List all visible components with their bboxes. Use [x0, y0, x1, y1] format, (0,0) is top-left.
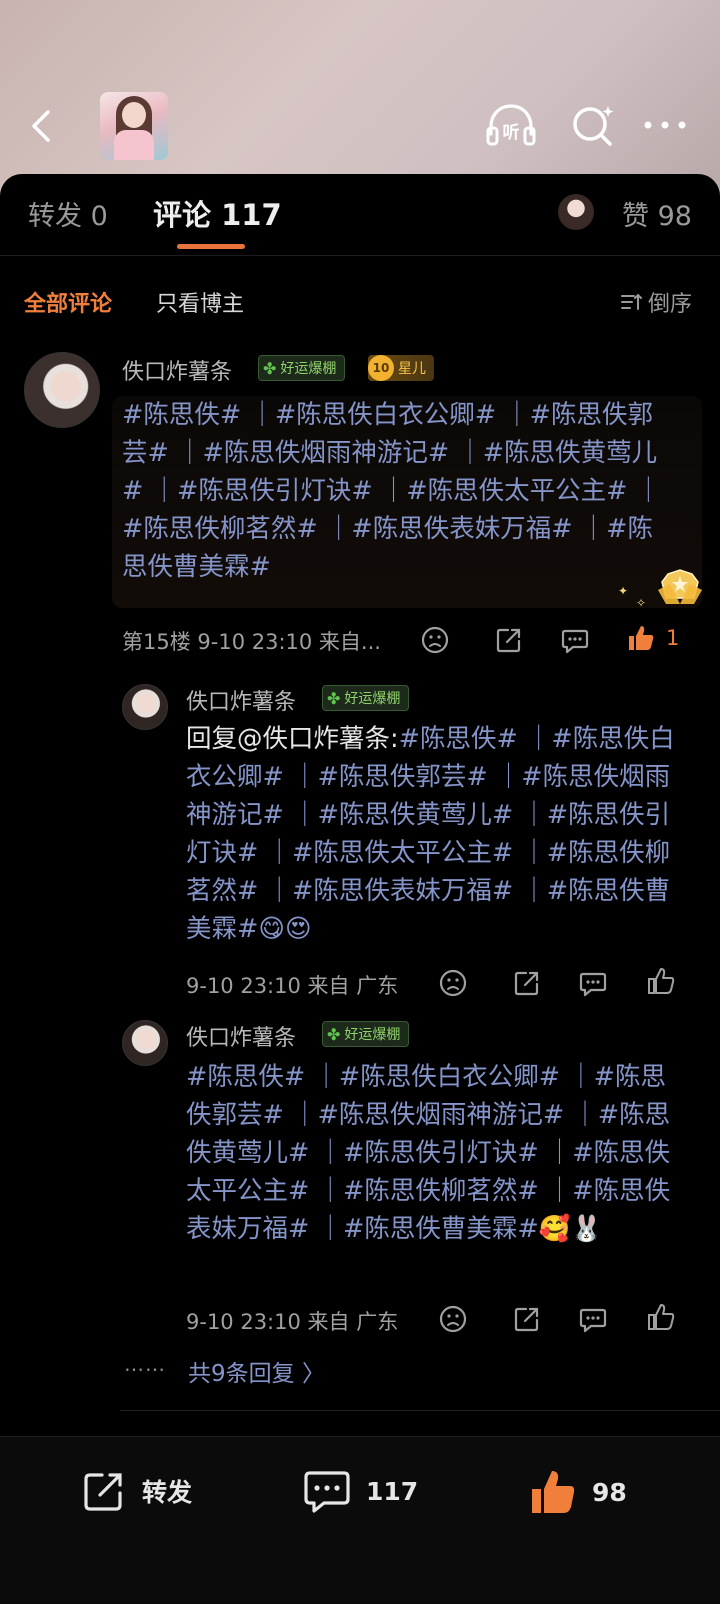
- avatar[interactable]: [122, 1020, 168, 1066]
- sort-label: 倒序: [648, 292, 693, 317]
- avatar[interactable]: [122, 684, 168, 730]
- luck-badge[interactable]: ✤ 好运爆棚: [258, 355, 346, 381]
- more-replies-dots: ……: [124, 1352, 166, 1376]
- clover-icon: ✤: [327, 688, 341, 708]
- tab-likes[interactable]: 赞 98: [622, 194, 692, 233]
- comment-icon: [304, 1471, 350, 1513]
- share-icon[interactable]: [512, 1304, 542, 1334]
- star-level: 10: [368, 355, 394, 381]
- more-horizontal-icon: [644, 121, 686, 129]
- luck-badge[interactable]: ✤ 好运爆棚: [322, 685, 410, 711]
- reply-meta: 9-10 23:10 来自 广东: [186, 1310, 399, 1334]
- chevron-left-icon: [32, 110, 50, 142]
- thumbs-up-icon[interactable]: [646, 1302, 676, 1332]
- comment-like-count: 1: [666, 626, 680, 650]
- dislike-icon[interactable]: [438, 1304, 468, 1334]
- star-badge[interactable]: 10 星儿: [368, 355, 434, 381]
- comment-text[interactable]: #陈思佚# ｜#陈思佚白衣公卿# ｜#陈思佚郭芸# ｜#陈思佚烟雨神游记# ｜#…: [122, 396, 678, 586]
- comment-username[interactable]: 佚口炸薯条: [122, 354, 232, 386]
- star-badge-label: 星儿: [398, 361, 426, 377]
- like-button[interactable]: 98: [528, 1467, 627, 1517]
- active-tab-indicator: [177, 244, 245, 249]
- repost-label: 转发: [142, 1478, 193, 1507]
- share-icon: [84, 1473, 122, 1511]
- more-replies-link[interactable]: 共9条回复 〉: [188, 1354, 325, 1388]
- luck-badge-label: 好运爆棚: [344, 691, 401, 707]
- tab-repost[interactable]: 转发 0: [28, 194, 108, 233]
- avatar[interactable]: [24, 352, 100, 428]
- sort-button[interactable]: 倒序: [620, 286, 692, 318]
- tab-bar: 转发 0 评论 117 赞 98: [0, 174, 720, 256]
- reply-icon[interactable]: [578, 968, 608, 998]
- crown-badge-icon: [654, 568, 706, 608]
- reply-icon[interactable]: [560, 625, 590, 655]
- like-count: 98: [592, 1477, 627, 1507]
- clover-icon: ✤: [327, 1024, 341, 1044]
- comment-meta: 第15楼 9-10 23:10 来自...: [122, 630, 381, 654]
- thumbs-up-icon[interactable]: [646, 966, 676, 996]
- headphones-icon: 听: [486, 104, 536, 146]
- dislike-icon[interactable]: [438, 968, 468, 998]
- reply-prefix: 回复@佚口炸薯条:: [186, 724, 399, 754]
- comment-count: 117: [366, 1476, 419, 1506]
- share-icon[interactable]: [512, 968, 542, 998]
- more-button[interactable]: [640, 110, 690, 140]
- bottom-toolbar: 转发 117 98: [0, 1436, 720, 1604]
- svg-text:听: 听: [503, 122, 520, 143]
- search-icon: [573, 106, 614, 146]
- sparkle-decoration: ✧: [636, 596, 647, 610]
- tab-comments[interactable]: 评论 117: [153, 192, 282, 234]
- search-button[interactable]: [568, 100, 618, 150]
- luck-badge[interactable]: ✤ 好运爆棚: [322, 1021, 410, 1047]
- listen-button[interactable]: 听: [484, 100, 538, 150]
- divider: [120, 1410, 720, 1411]
- filter-all-comments[interactable]: 全部评论: [24, 286, 112, 318]
- sort-icon: [621, 293, 642, 310]
- reply-text[interactable]: #陈思佚# ｜#陈思佚白衣公卿# ｜#陈思佚郭芸# ｜#陈思佚烟雨神游记# ｜#…: [186, 1058, 676, 1248]
- dislike-icon[interactable]: [420, 625, 450, 655]
- back-button[interactable]: [22, 106, 62, 146]
- share-icon[interactable]: [494, 625, 524, 655]
- comments-panel: 转发 0 评论 117 赞 98 全部评论 只看博主 倒序 佚口炸薯条 ✤ 好运…: [0, 174, 720, 1604]
- reply-icon[interactable]: [578, 1304, 608, 1334]
- author-avatar[interactable]: [100, 92, 168, 160]
- reply-username[interactable]: 佚口炸薯条: [186, 1020, 296, 1052]
- liked-thumb-icon[interactable]: [626, 623, 656, 653]
- comment-filter-bar: 全部评论 只看博主 倒序: [0, 278, 720, 322]
- reply-hashtags: #陈思佚# ｜#陈思佚白衣公卿# ｜#陈思佚郭芸# ｜#陈思佚烟雨神游记# ｜#…: [186, 724, 675, 944]
- reply-emoji: 🥰🐰: [538, 1214, 603, 1244]
- liker-avatar: [558, 194, 594, 230]
- sparkle-decoration: ✦: [618, 584, 629, 598]
- repost-button[interactable]: 转发: [80, 1467, 192, 1515]
- filter-author-only[interactable]: 只看博主: [156, 286, 244, 318]
- reply-text[interactable]: 回复@佚口炸薯条:#陈思佚# ｜#陈思佚白衣公卿# ｜#陈思佚郭芸# ｜#陈思佚…: [186, 720, 676, 948]
- luck-badge-label: 好运爆棚: [280, 361, 337, 377]
- reply-username[interactable]: 佚口炸薯条: [186, 684, 296, 716]
- liked-thumb-icon: [532, 1471, 575, 1513]
- comment-button[interactable]: 117: [302, 1467, 418, 1515]
- reply-meta: 9-10 23:10 来自 广东: [186, 974, 399, 998]
- clover-icon: ✤: [263, 358, 277, 378]
- reply-emoji: 😋😍: [258, 914, 312, 944]
- top-bar: 听: [0, 88, 720, 164]
- luck-badge-label: 好运爆棚: [344, 1027, 401, 1043]
